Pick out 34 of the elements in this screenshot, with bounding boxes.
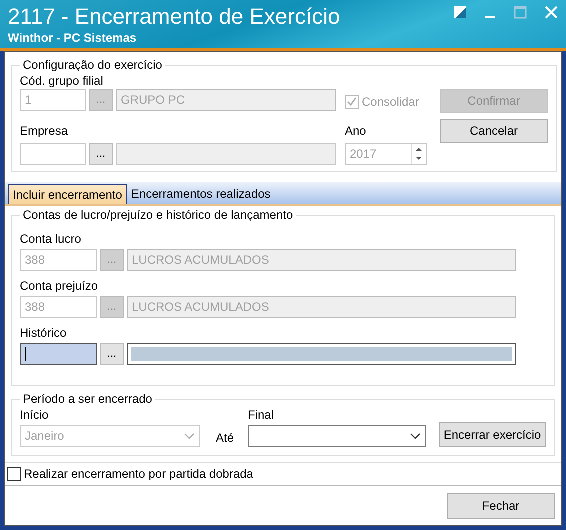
checkbox-label: Consolidar: [362, 95, 420, 110]
field-label: Final: [248, 408, 276, 423]
chevron-down-icon: [410, 432, 422, 440]
chevron-down-icon: [184, 432, 195, 440]
group-title: Período a ser encerrado: [22, 392, 154, 406]
cancel-button[interactable]: Cancelar: [440, 119, 548, 143]
account-code-field[interactable]: [20, 343, 97, 365]
checkbox-label: Realizar encerramento por partida dobrada: [24, 467, 254, 481]
restore-icon[interactable]: [454, 6, 467, 19]
field-label: Início: [20, 408, 50, 423]
end-dropdown[interactable]: [248, 425, 426, 447]
close-icon[interactable]: [545, 6, 558, 19]
field-label: Histórico: [20, 326, 68, 341]
browse-button[interactable]: ...: [100, 343, 124, 365]
double-entry-checkbox[interactable]: [7, 467, 21, 481]
range-label: Até: [216, 431, 234, 445]
group-title: Configuração do exercício: [22, 58, 164, 72]
field-label: Ano: [345, 124, 366, 138]
account-description-field: LUCROS ACUMULADOS: [127, 249, 516, 271]
window-title: 2117 - Encerramento de Exercício: [8, 4, 342, 30]
field-label: Conta prejuízo: [20, 279, 100, 294]
tab[interactable]: Incluir encerramento: [8, 184, 128, 204]
account-description-field: LUCROS ACUMULADOS: [127, 296, 516, 318]
field-label: Cód. grupo filial: [20, 74, 104, 88]
close-button[interactable]: Fechar: [447, 493, 555, 519]
close-year-button[interactable]: Encerrar exercício: [439, 422, 546, 447]
field-label: Conta lucro: [20, 232, 82, 247]
browse-button[interactable]: ...: [89, 143, 113, 165]
tab[interactable]: Encerramentos realizados: [127, 184, 275, 204]
group-title: Contas de lucro/prejuízo e histórico de lançamento: [22, 208, 294, 222]
company-code-field[interactable]: [20, 143, 86, 165]
window-subtitle: Winthor - PC Sistemas: [8, 30, 138, 46]
field-label: Empresa: [20, 124, 68, 138]
group-description-field: GRUPO PC: [116, 89, 336, 111]
